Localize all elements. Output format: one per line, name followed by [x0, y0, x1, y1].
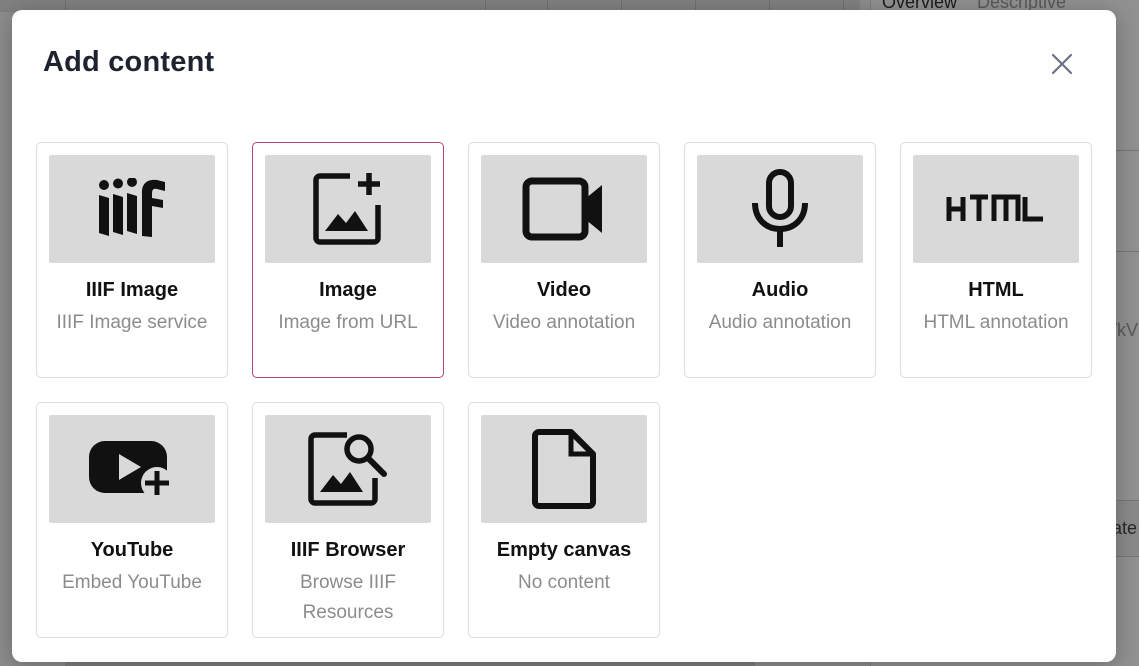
- option-description: No content: [518, 572, 610, 593]
- content-option-audio[interactable]: Audio Audio annotation: [684, 142, 876, 378]
- option-thumbnail: [265, 155, 431, 263]
- option-description: Audio annotation: [708, 312, 852, 333]
- content-option-image[interactable]: Image Image from URL: [252, 142, 444, 378]
- blank-document-icon: [532, 429, 596, 509]
- option-thumbnail: [49, 415, 215, 523]
- option-description: IIIF Image service: [56, 312, 208, 333]
- content-option-youtube[interactable]: YouTube Embed YouTube: [36, 402, 228, 638]
- option-title: Empty canvas: [496, 539, 632, 561]
- option-description: Browse IIIF Resources: [299, 572, 397, 623]
- image-add-icon: [313, 173, 381, 245]
- option-description: Video annotation: [492, 312, 636, 333]
- option-description: Embed YouTube: [62, 572, 202, 593]
- option-thumbnail: [49, 155, 215, 263]
- iiif-logo-icon: [99, 178, 165, 237]
- content-option-iiif-browser[interactable]: IIIF Browser Browse IIIF Resources: [252, 402, 444, 638]
- option-title: Audio: [751, 279, 809, 301]
- html-icon: [946, 194, 1043, 222]
- option-description: Image from URL: [278, 312, 418, 333]
- dialog-title: Add content: [43, 46, 215, 78]
- youtube-add-icon: [89, 441, 173, 499]
- content-option-video[interactable]: Video Video annotation: [468, 142, 660, 378]
- option-title: IIIF Image: [85, 279, 179, 301]
- content-option-html[interactable]: HTML HTML annotation: [900, 142, 1092, 378]
- content-type-grid: IIIF Image IIIF Image service Image Imag…: [36, 142, 1092, 638]
- option-title: Video: [536, 279, 592, 301]
- option-thumbnail: [481, 155, 647, 263]
- option-title: IIIF Browser: [290, 539, 406, 561]
- option-title: Image: [319, 279, 377, 301]
- option-thumbnail: [481, 415, 647, 523]
- add-content-dialog: Add content IIIF Image IIIF Image servic…: [12, 10, 1116, 662]
- option-description: HTML annotation: [923, 312, 1069, 333]
- content-option-iiif-image[interactable]: IIIF Image IIIF Image service: [36, 142, 228, 378]
- option-title: YouTube: [90, 539, 174, 561]
- content-option-empty-canvas[interactable]: Empty canvas No content: [468, 402, 660, 638]
- image-search-icon: [308, 432, 387, 506]
- option-title: HTML: [968, 279, 1024, 301]
- microphone-icon: [752, 169, 808, 247]
- close-icon: [1051, 53, 1073, 75]
- option-thumbnail: [913, 155, 1079, 263]
- option-thumbnail: [697, 155, 863, 263]
- video-camera-icon: [522, 177, 602, 241]
- option-thumbnail: [265, 415, 431, 523]
- close-button[interactable]: [1046, 48, 1078, 80]
